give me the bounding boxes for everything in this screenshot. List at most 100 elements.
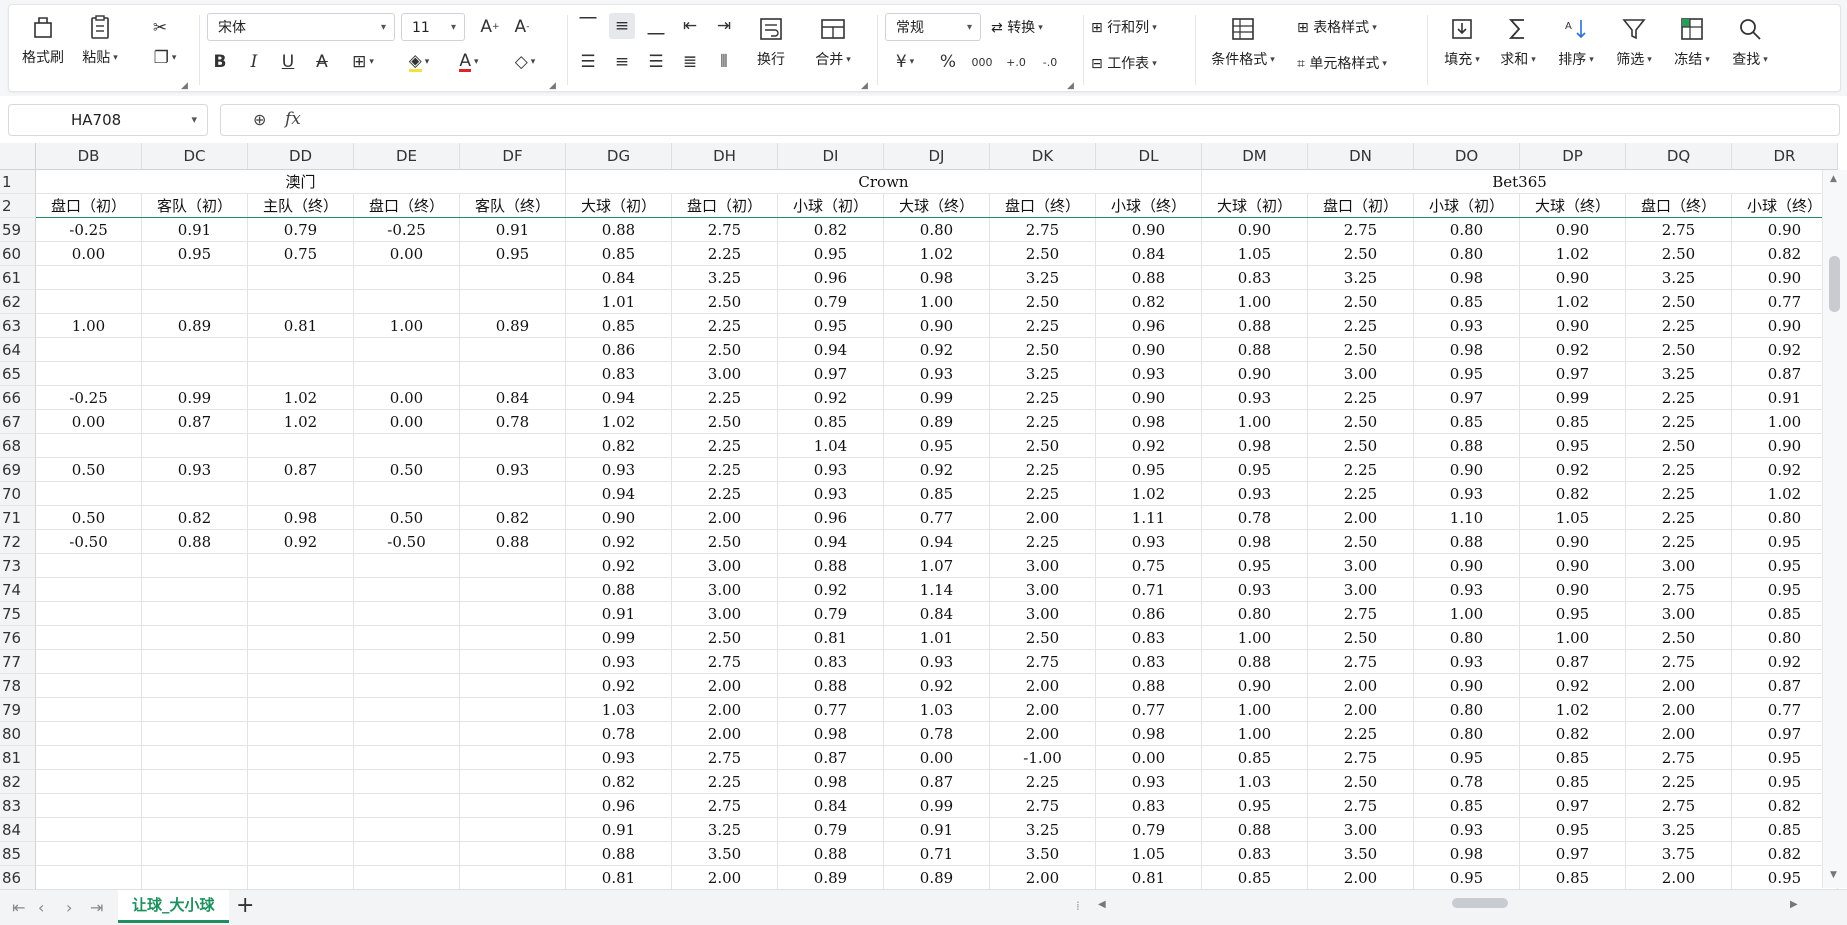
data-cell[interactable]: 2.50 bbox=[672, 530, 778, 554]
column-header[interactable]: DC bbox=[142, 143, 248, 170]
increase-font-icon[interactable]: A + bbox=[477, 14, 503, 40]
data-cell[interactable]: 3.50 bbox=[1308, 842, 1414, 866]
scroll-up-icon[interactable]: ▲ bbox=[1830, 174, 1837, 184]
data-cell[interactable]: 0.78 bbox=[1414, 770, 1520, 794]
data-cell[interactable]: 1.02 bbox=[566, 410, 672, 434]
data-cell[interactable]: 0.98 bbox=[778, 722, 884, 746]
row-header[interactable]: 83 bbox=[0, 794, 36, 818]
data-cell[interactable]: 0.81 bbox=[1096, 866, 1202, 890]
data-cell[interactable] bbox=[248, 482, 354, 506]
data-cell[interactable] bbox=[248, 338, 354, 362]
row-header[interactable]: 64 bbox=[0, 338, 36, 362]
align-bottom-icon[interactable]: ⎽ bbox=[643, 13, 669, 39]
data-cell[interactable]: 0.82 bbox=[1096, 290, 1202, 314]
data-cell[interactable]: 1.10 bbox=[1414, 506, 1520, 530]
data-cell[interactable]: 1.05 bbox=[1096, 842, 1202, 866]
alignment-launcher-icon[interactable]: ◢ bbox=[861, 81, 868, 91]
data-cell[interactable]: 0.93 bbox=[566, 458, 672, 482]
data-cell[interactable]: 0.90 bbox=[1520, 578, 1626, 602]
data-cell[interactable] bbox=[248, 674, 354, 698]
data-cell[interactable]: 3.00 bbox=[990, 554, 1096, 578]
row-header[interactable]: 66 bbox=[0, 386, 36, 410]
data-cell[interactable]: 0.00 bbox=[884, 746, 990, 770]
increase-indent-icon[interactable]: ⇥ bbox=[711, 13, 737, 39]
data-cell[interactable]: 0.87 bbox=[884, 770, 990, 794]
data-cell[interactable]: 0.82 bbox=[778, 218, 884, 242]
data-cell[interactable]: 0.79 bbox=[1096, 818, 1202, 842]
data-cell[interactable]: 0.93 bbox=[778, 458, 884, 482]
data-cell[interactable]: 0.85 bbox=[566, 314, 672, 338]
data-cell[interactable] bbox=[460, 818, 566, 842]
bold-icon[interactable]: B bbox=[207, 49, 233, 75]
data-cell[interactable]: 0.93 bbox=[1202, 578, 1308, 602]
data-cell[interactable]: 2.00 bbox=[1308, 674, 1414, 698]
data-cell[interactable]: 0.85 bbox=[1520, 410, 1626, 434]
row-header[interactable]: 65 bbox=[0, 362, 36, 386]
format-painter-button[interactable]: 格式刷 bbox=[21, 13, 65, 67]
column-header[interactable]: DK bbox=[990, 143, 1096, 170]
data-cell[interactable]: 0.89 bbox=[460, 314, 566, 338]
data-cell[interactable] bbox=[142, 866, 248, 890]
data-cell[interactable] bbox=[142, 746, 248, 770]
data-cell[interactable]: 0.88 bbox=[1096, 674, 1202, 698]
fill-button[interactable]: 填充 ▾ bbox=[1437, 15, 1487, 69]
data-cell[interactable]: 0.93 bbox=[1096, 362, 1202, 386]
data-cell[interactable]: 0.98 bbox=[1414, 842, 1520, 866]
column-title-cell[interactable]: 盘口（终） bbox=[990, 194, 1096, 218]
data-cell[interactable]: 0.79 bbox=[778, 818, 884, 842]
data-cell[interactable]: 0.96 bbox=[778, 506, 884, 530]
data-cell[interactable]: 2.00 bbox=[672, 506, 778, 530]
table-style-button[interactable]: ⊞ 表格样式 ▾ bbox=[1297, 17, 1377, 37]
data-cell[interactable]: 0.82 bbox=[566, 770, 672, 794]
data-cell[interactable]: 2.50 bbox=[1308, 530, 1414, 554]
name-box[interactable]: HA708 ▾ bbox=[8, 104, 208, 136]
data-cell[interactable] bbox=[460, 770, 566, 794]
data-cell[interactable] bbox=[354, 818, 460, 842]
data-cell[interactable]: 0.77 bbox=[778, 698, 884, 722]
data-cell[interactable]: 1.02 bbox=[1096, 482, 1202, 506]
column-header[interactable]: DQ bbox=[1626, 143, 1732, 170]
data-cell[interactable]: 3.75 bbox=[1626, 842, 1732, 866]
data-cell[interactable] bbox=[248, 266, 354, 290]
data-cell[interactable]: 1.00 bbox=[1520, 626, 1626, 650]
data-cell[interactable]: 2.25 bbox=[990, 314, 1096, 338]
row-header[interactable]: 76 bbox=[0, 626, 36, 650]
data-cell[interactable]: 2.50 bbox=[990, 338, 1096, 362]
data-cell[interactable] bbox=[248, 554, 354, 578]
data-cell[interactable]: 0.83 bbox=[1202, 842, 1308, 866]
data-cell[interactable]: 0.92 bbox=[884, 338, 990, 362]
data-cell[interactable]: 2.00 bbox=[1626, 722, 1732, 746]
data-cell[interactable]: 2.75 bbox=[1308, 794, 1414, 818]
data-cell[interactable]: 2.25 bbox=[672, 314, 778, 338]
data-cell[interactable] bbox=[354, 482, 460, 506]
data-cell[interactable]: 0.89 bbox=[142, 314, 248, 338]
data-cell[interactable]: 2.50 bbox=[672, 626, 778, 650]
data-cell[interactable]: 0.98 bbox=[1202, 434, 1308, 458]
data-cell[interactable]: 1.02 bbox=[248, 386, 354, 410]
data-cell[interactable]: 2.25 bbox=[990, 458, 1096, 482]
data-cell[interactable]: 0.95 bbox=[1202, 458, 1308, 482]
data-cell[interactable]: 0.93 bbox=[566, 746, 672, 770]
data-cell[interactable]: 0.99 bbox=[884, 386, 990, 410]
data-cell[interactable]: 2.75 bbox=[672, 218, 778, 242]
column-header[interactable]: DN bbox=[1308, 143, 1414, 170]
data-cell[interactable]: 0.95 bbox=[778, 242, 884, 266]
data-cell[interactable]: 0.85 bbox=[1414, 794, 1520, 818]
data-cell[interactable]: 2.00 bbox=[990, 674, 1096, 698]
data-cell[interactable]: 0.98 bbox=[1414, 266, 1520, 290]
data-cell[interactable]: 0.95 bbox=[1202, 794, 1308, 818]
data-cell[interactable]: 0.92 bbox=[566, 530, 672, 554]
data-cell[interactable]: 0.90 bbox=[1414, 554, 1520, 578]
data-cell[interactable]: 1.14 bbox=[884, 578, 990, 602]
data-cell[interactable]: 2.00 bbox=[672, 722, 778, 746]
data-cell[interactable]: 0.75 bbox=[1096, 554, 1202, 578]
data-cell[interactable] bbox=[460, 362, 566, 386]
data-cell[interactable] bbox=[36, 698, 142, 722]
data-cell[interactable]: 2.00 bbox=[990, 866, 1096, 890]
data-cell[interactable] bbox=[248, 770, 354, 794]
next-sheet-icon[interactable]: › bbox=[66, 898, 72, 917]
data-cell[interactable] bbox=[354, 746, 460, 770]
data-cell[interactable] bbox=[354, 650, 460, 674]
data-cell[interactable] bbox=[460, 338, 566, 362]
data-cell[interactable]: 0.94 bbox=[778, 338, 884, 362]
